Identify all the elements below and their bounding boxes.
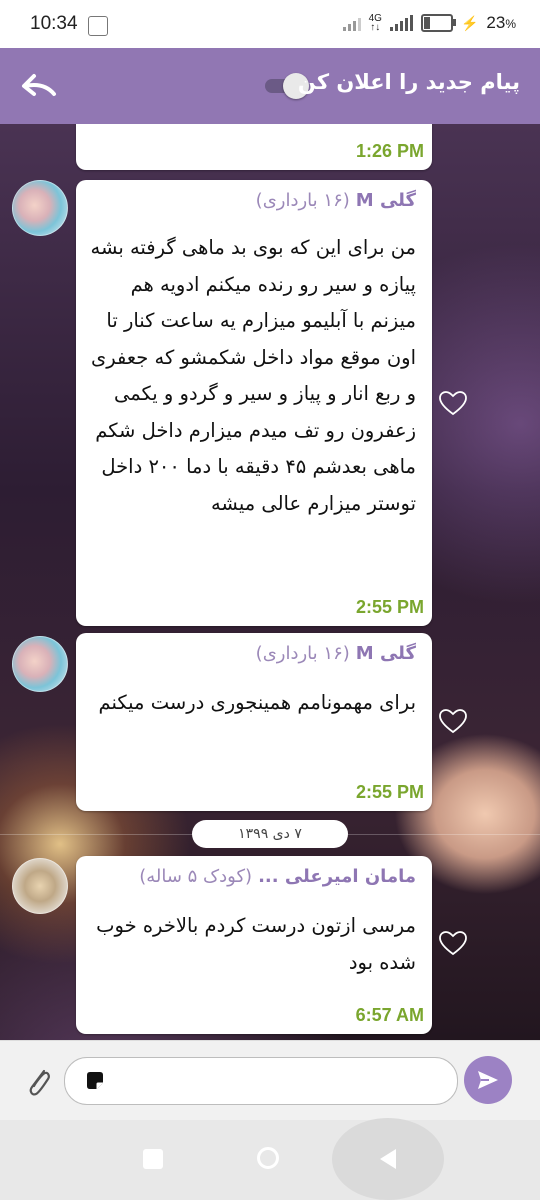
status-time: 10:34 xyxy=(30,13,78,34)
charging-icon: ⚡ xyxy=(460,14,479,31)
chat-area[interactable]: 1:26 PM گلی M(۱۶ بارداری) من برای این که… xyxy=(0,124,540,1040)
send-button[interactable] xyxy=(464,1056,512,1104)
attach-paperclip-icon[interactable] xyxy=(24,1065,54,1101)
header-title: پیام جدید را اعلان کن xyxy=(297,70,520,94)
like-heart-icon[interactable] xyxy=(438,390,468,416)
message-time: 2:55 PM xyxy=(355,597,424,617)
avatar[interactable] xyxy=(12,636,68,692)
message-text: برای مهمونامم همینجوری درست میکنم xyxy=(98,691,416,714)
battery-percent: 23% xyxy=(486,13,516,32)
signal-icon xyxy=(342,15,361,31)
message-bubble[interactable]: گلی M(۱۶ بارداری) من برای این که بوی بد … xyxy=(76,180,432,626)
message-bubble[interactable]: گلی M(۱۶ بارداری) برای مهمونامم همینجوری… xyxy=(76,633,432,811)
system-nav-bar xyxy=(0,1118,540,1200)
app-header: پیام جدید را اعلان کن xyxy=(0,48,540,124)
message-time: 6:57 AM xyxy=(355,1005,424,1025)
date-separator: ۷ دی ۱۳۹۹ xyxy=(192,820,348,848)
sticker-icon[interactable] xyxy=(83,1069,107,1093)
status-bar: 10:34 4G ↑↓ ⚡ 23% xyxy=(0,0,540,48)
status-right: 4G ↑↓ ⚡ 23% xyxy=(342,13,516,33)
like-heart-icon[interactable] xyxy=(438,930,468,956)
sender-name[interactable]: گلی M(۱۶ بارداری) xyxy=(256,643,416,664)
avatar[interactable] xyxy=(12,858,68,914)
battery-icon xyxy=(420,14,456,32)
sender-name[interactable]: مامان امیرعلی ...(کودک ۵ ساله) xyxy=(139,866,416,887)
send-icon xyxy=(478,1071,498,1089)
home-button[interactable] xyxy=(257,1147,279,1169)
app-notification-icon xyxy=(88,16,108,36)
recents-button[interactable] xyxy=(143,1149,163,1169)
composer-bar xyxy=(0,1040,540,1121)
network-type: 4G ↑↓ xyxy=(368,13,382,33)
message-input[interactable] xyxy=(64,1057,458,1105)
back-arrow-icon[interactable] xyxy=(18,70,62,104)
message-time: 1:26 PM xyxy=(355,141,424,161)
message-time: 2:55 PM xyxy=(355,782,424,802)
like-heart-icon[interactable] xyxy=(438,708,468,734)
signal-icon-2 xyxy=(389,15,413,31)
sender-name[interactable]: گلی M(۱۶ بارداری) xyxy=(256,190,416,211)
avatar[interactable] xyxy=(12,180,68,236)
nav-back-highlight xyxy=(332,1118,444,1200)
message-bubble[interactable]: 1:26 PM xyxy=(76,124,432,170)
nav-back-icon[interactable] xyxy=(376,1147,400,1171)
message-text: من برای این که بوی بد ماهی گرفته بشه پیا… xyxy=(90,236,416,515)
message-text: مرسی ازتون درست کردم بالاخره خوب شده بود xyxy=(96,914,416,974)
message-bubble[interactable]: مامان امیرعلی ...(کودک ۵ ساله) مرسی ازتو… xyxy=(76,856,432,1034)
